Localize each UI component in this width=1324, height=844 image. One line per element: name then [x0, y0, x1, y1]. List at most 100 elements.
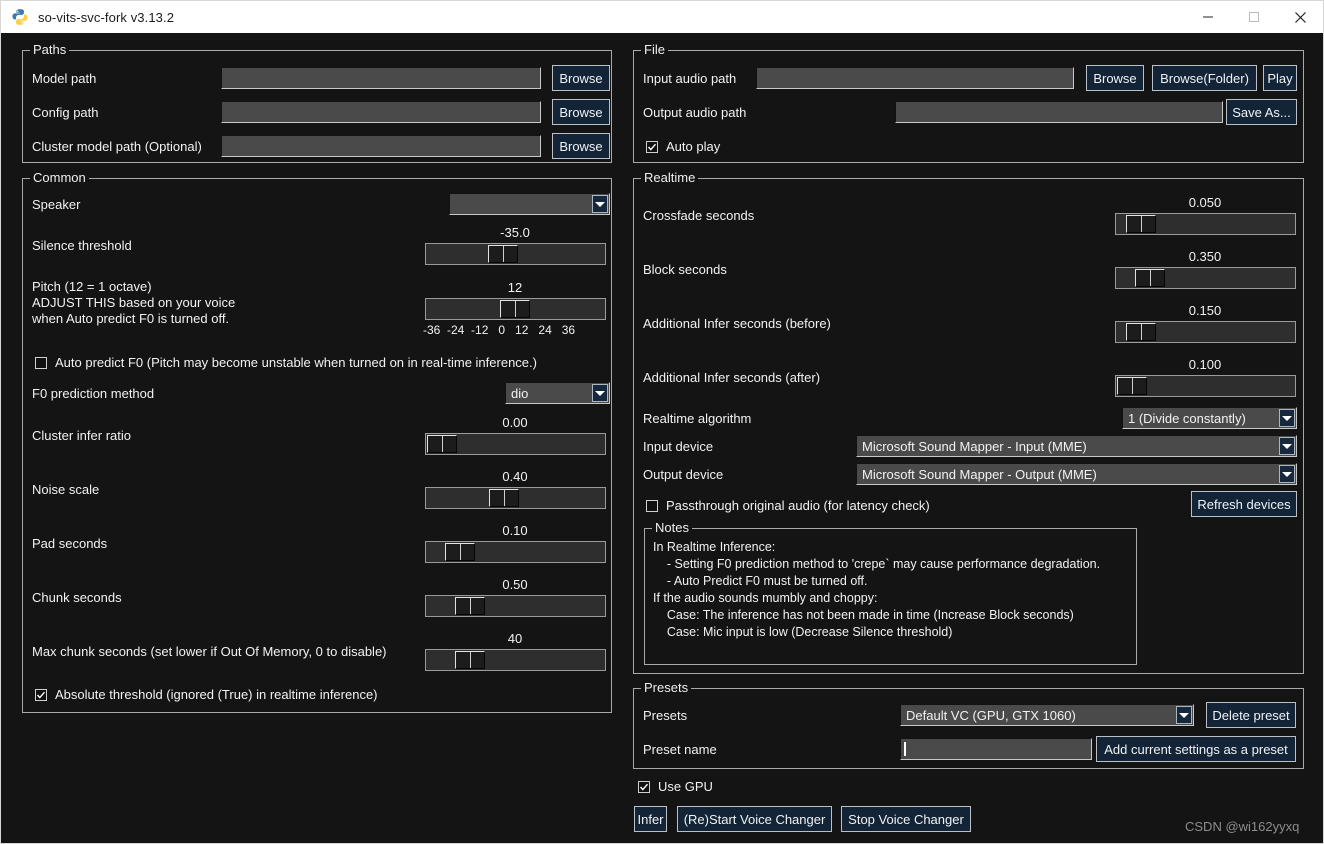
window-title: so-vits-svc-fork v3.13.2 [38, 10, 174, 25]
auto-predict-f0-checkbox[interactable]: Auto predict F0 (Pitch may become unstab… [35, 355, 537, 370]
use-gpu-checkbox[interactable]: Use GPU [638, 779, 713, 794]
output-device-combobox[interactable]: Microsoft Sound Mapper - Output (MME) [856, 463, 1297, 485]
speaker-label: Speaker [32, 197, 80, 213]
realtime-algorithm-combobox[interactable]: 1 (Divide constantly) [1122, 407, 1297, 429]
crossfade-seconds-slider[interactable] [1115, 213, 1296, 235]
notes-text: In Realtime Inference: - Setting F0 pred… [653, 539, 1100, 641]
checkbox-box [638, 781, 650, 793]
chevron-down-icon[interactable] [1279, 409, 1295, 427]
chevron-down-icon[interactable] [1176, 706, 1192, 724]
cluster-model-path-input[interactable] [221, 135, 541, 157]
app-window: so-vits-svc-fork v3.13.2 Paths Model pat… [0, 0, 1324, 844]
output-audio-save-as-button[interactable]: Save As... [1226, 99, 1297, 125]
preset-name-input[interactable] [900, 738, 1092, 760]
close-icon[interactable] [1277, 1, 1323, 33]
chevron-down-icon[interactable] [592, 195, 608, 213]
additional-infer-before-value: 0.150 [1115, 303, 1295, 318]
presets-group: Presets Presets Default VC (GPU, GTX 106… [633, 688, 1304, 769]
realtime-algorithm-value: 1 (Divide constantly) [1123, 411, 1246, 426]
paths-group: Paths Model path Browse Config path Brow… [22, 50, 612, 163]
silence-threshold-slider[interactable] [425, 243, 606, 265]
common-group: Common Speaker Silence threshold -35.0 P… [22, 178, 612, 713]
chevron-down-icon[interactable] [592, 384, 608, 402]
pad-seconds-value: 0.10 [425, 523, 605, 538]
refresh-devices-button[interactable]: Refresh devices [1191, 491, 1297, 517]
config-path-browse-button[interactable]: Browse [552, 99, 610, 125]
realtime-legend: Realtime [641, 170, 698, 185]
model-path-browse-button[interactable]: Browse [552, 65, 610, 91]
file-group: File Input audio path Browse Browse(Fold… [633, 50, 1304, 163]
maximize-icon[interactable] [1231, 1, 1277, 33]
input-audio-browse-folder-button[interactable]: Browse(Folder) [1152, 65, 1257, 91]
additional-infer-after-value: 0.100 [1115, 357, 1295, 372]
additional-infer-before-slider[interactable] [1115, 321, 1296, 343]
output-audio-path-label: Output audio path [643, 105, 746, 121]
stop-voice-changer-button[interactable]: Stop Voice Changer [841, 806, 971, 832]
input-audio-play-button[interactable]: Play [1263, 65, 1297, 91]
watermark: CSDN @wi162yyxq [1185, 819, 1299, 834]
common-legend: Common [30, 170, 89, 185]
block-seconds-slider[interactable] [1115, 267, 1296, 289]
chunk-seconds-value: 0.50 [425, 577, 605, 592]
notes-group: Notes In Realtime Inference: - Setting F… [644, 528, 1137, 665]
cluster-model-path-browse-button[interactable]: Browse [552, 133, 610, 159]
checkbox-box [646, 141, 658, 153]
noise-scale-value: 0.40 [425, 469, 605, 484]
file-legend: File [641, 42, 668, 57]
auto-play-checkbox[interactable]: Auto play [646, 139, 720, 154]
input-device-combobox[interactable]: Microsoft Sound Mapper - Input (MME) [856, 435, 1297, 457]
absolute-threshold-checkbox[interactable]: Absolute threshold (ignored (True) in re… [35, 687, 378, 702]
silence-threshold-value: -35.0 [425, 225, 605, 240]
chunk-seconds-slider[interactable] [425, 595, 606, 617]
restart-voice-changer-button[interactable]: (Re)Start Voice Changer [677, 806, 832, 832]
presets-combobox[interactable]: Default VC (GPU, GTX 1060) [900, 704, 1194, 726]
model-path-input[interactable] [221, 67, 541, 89]
pad-seconds-label: Pad seconds [32, 536, 107, 552]
pitch-slider[interactable] [425, 298, 606, 320]
f0-prediction-method-label: F0 prediction method [32, 386, 154, 402]
noise-scale-label: Noise scale [32, 482, 99, 498]
f0-prediction-method-value: dio [506, 386, 528, 401]
output-device-label: Output device [643, 467, 723, 483]
f0-prediction-method-combobox[interactable]: dio [505, 382, 610, 404]
chevron-down-icon[interactable] [1279, 437, 1295, 455]
input-audio-browse-button[interactable]: Browse [1086, 65, 1144, 91]
max-chunk-seconds-label: Max chunk seconds (set lower if Out Of M… [32, 644, 387, 660]
cluster-infer-ratio-label: Cluster infer ratio [32, 428, 131, 444]
presets-label: Presets [643, 708, 687, 724]
input-device-label: Input device [643, 439, 713, 455]
cluster-model-path-label: Cluster model path (Optional) [32, 139, 202, 155]
add-preset-button[interactable]: Add current settings as a preset [1096, 736, 1296, 762]
checkbox-box [35, 357, 47, 369]
block-seconds-label: Block seconds [643, 262, 727, 278]
auto-predict-f0-label: Auto predict F0 (Pitch may become unstab… [55, 355, 537, 370]
additional-infer-after-label: Additional Infer seconds (after) [643, 370, 820, 386]
presets-legend: Presets [641, 680, 691, 695]
pad-seconds-slider[interactable] [425, 541, 606, 563]
python-logo-icon [11, 8, 29, 26]
max-chunk-seconds-slider[interactable] [425, 649, 606, 671]
checkbox-box [35, 689, 47, 701]
title-bar: so-vits-svc-fork v3.13.2 [1, 1, 1323, 33]
chevron-down-icon[interactable] [1279, 465, 1295, 483]
additional-infer-after-slider[interactable] [1115, 375, 1296, 397]
additional-infer-before-label: Additional Infer seconds (before) [643, 316, 831, 332]
preset-name-label: Preset name [643, 742, 717, 758]
infer-button[interactable]: Infer [634, 806, 667, 832]
speaker-combobox[interactable] [449, 193, 610, 215]
crossfade-seconds-value: 0.050 [1115, 195, 1295, 210]
pitch-slider-ticks: -36 -24 -12 0 12 24 36 [423, 323, 575, 337]
realtime-algorithm-label: Realtime algorithm [643, 411, 751, 427]
delete-preset-button[interactable]: Delete preset [1206, 702, 1296, 728]
passthrough-checkbox[interactable]: Passthrough original audio (for latency … [646, 498, 930, 513]
noise-scale-slider[interactable] [425, 487, 606, 509]
input-audio-path-input[interactable] [756, 67, 1074, 89]
cluster-infer-ratio-slider[interactable] [425, 433, 606, 455]
output-audio-path-input[interactable] [895, 101, 1223, 123]
chunk-seconds-label: Chunk seconds [32, 590, 122, 606]
config-path-input[interactable] [221, 101, 541, 123]
minimize-icon[interactable] [1185, 1, 1231, 33]
pitch-label: Pitch (12 = 1 octave) ADJUST THIS based … [32, 279, 235, 327]
pitch-value: 12 [425, 280, 605, 295]
notes-legend: Notes [652, 520, 692, 535]
